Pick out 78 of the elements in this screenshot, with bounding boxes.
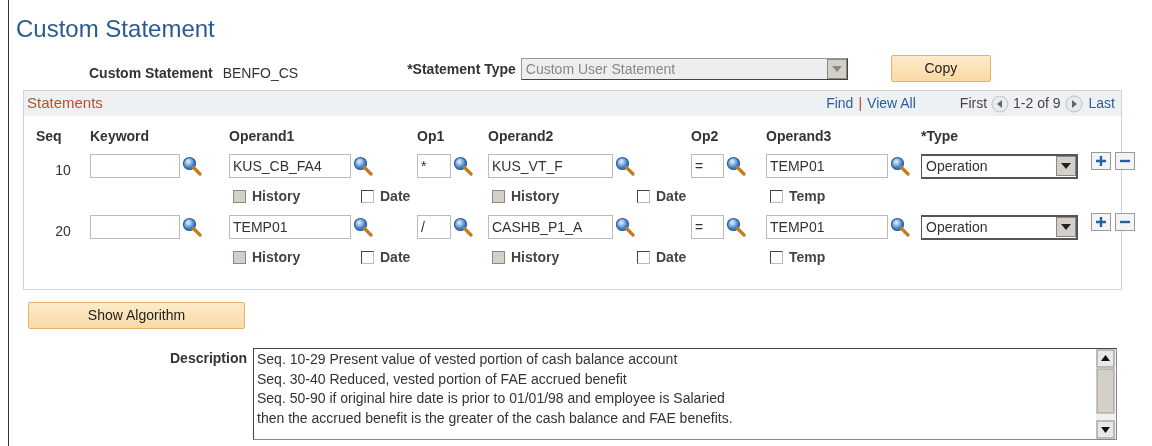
page-title: Custom Statement [16, 14, 216, 44]
search-icon[interactable] [353, 156, 373, 176]
scrollbar[interactable] [1096, 349, 1116, 439]
text-field[interactable]: TEMP01 [229, 215, 351, 239]
operator-field[interactable]: / [417, 215, 451, 239]
operator-field[interactable]: = [691, 154, 724, 178]
seq-number: 10 [55, 160, 71, 180]
checkbox-label: History [511, 248, 560, 267]
column-header: Op1 [417, 127, 446, 146]
link-separator: | [858, 94, 863, 113]
description-field[interactable]: Seq. 10-29 Present value of vested portion of cash balance account Seq. 30-40 Reduced, vested portion of FAE accrued benefit Seq. 50-90 if original hire date is prior to 01/01/98 and employee is Salaried then the accrued benefit is the greater of the cash balance and FAE benefits. [253, 348, 1117, 440]
text-field[interactable]: TEMP01 [766, 215, 888, 239]
first-label: First [959, 94, 988, 113]
checkbox-label: Temp [789, 187, 826, 206]
operator-field[interactable]: * [417, 154, 451, 178]
search-icon[interactable] [726, 217, 746, 237]
column-header: Seq [36, 127, 63, 146]
checkbox-label: History [252, 187, 301, 206]
column-header: Operand2 [488, 127, 555, 146]
text-field[interactable]: KUS_VT_F [488, 154, 613, 178]
checkbox[interactable] [361, 251, 374, 264]
seq-number: 20 [55, 221, 71, 241]
search-icon[interactable] [453, 156, 473, 176]
field-label: Description [169, 349, 247, 368]
checkbox-label: Date [380, 187, 411, 206]
previous-icon[interactable] [991, 94, 1010, 113]
text-field[interactable]: KUS_CB_FA4 [229, 154, 351, 178]
delete-row-button[interactable] [1115, 152, 1135, 170]
show-algorithm-button[interactable]: Show Algorithm [28, 302, 245, 329]
field-label: Custom Statement [89, 63, 213, 83]
column-header: Op2 [691, 127, 720, 146]
column-header: *Type [921, 127, 960, 146]
checkbox[interactable] [361, 190, 374, 203]
add-row-button[interactable] [1091, 213, 1111, 231]
section-title: Statements [27, 93, 103, 114]
column-header: Keyword [90, 127, 151, 146]
field-value: BENFO_CS [222, 63, 299, 83]
search-icon[interactable] [353, 217, 373, 237]
search-icon[interactable] [453, 217, 473, 237]
checkbox-label: Date [656, 248, 687, 267]
delete-row-button[interactable] [1115, 213, 1135, 231]
checkbox[interactable] [770, 251, 783, 264]
plus-icon[interactable] [1095, 216, 1107, 228]
plus-icon[interactable] [1095, 155, 1107, 167]
checkbox-label: Temp [789, 248, 826, 267]
add-row-button[interactable] [1091, 152, 1111, 170]
caret-icon[interactable] [1056, 156, 1076, 176]
checkbox-label: History [252, 248, 301, 267]
page-range: 1-2 of 9 [1013, 94, 1061, 113]
text-field[interactable] [90, 154, 180, 178]
column-header: Operand1 [229, 127, 296, 146]
caret-icon[interactable] [1056, 217, 1076, 237]
text-field[interactable]: CASHB_P1_A [488, 215, 613, 239]
search-icon[interactable] [615, 217, 635, 237]
checkbox[interactable] [637, 190, 650, 203]
search-icon[interactable] [615, 156, 635, 176]
type-dropdown[interactable]: Operation [921, 153, 1078, 179]
type-dropdown[interactable]: Operation [921, 214, 1078, 240]
field-label: *Statement Type [407, 59, 516, 79]
checkbox[interactable] [770, 190, 783, 203]
checkbox-label: Date [380, 248, 411, 267]
checkbox-label: History [511, 187, 560, 206]
last-link[interactable]: Last [1088, 93, 1115, 114]
text-field[interactable] [90, 215, 180, 239]
search-icon[interactable] [890, 156, 910, 176]
copy-button[interactable]: Copy [890, 54, 991, 82]
checkbox-label: Date [656, 187, 687, 206]
search-icon[interactable] [726, 156, 746, 176]
next-icon[interactable] [1064, 94, 1083, 113]
operator-field[interactable]: = [691, 215, 724, 239]
search-icon[interactable] [890, 217, 910, 237]
column-header: Operand3 [766, 127, 833, 146]
link[interactable]: View All [867, 93, 916, 114]
checkbox[interactable] [637, 251, 650, 264]
search-icon[interactable] [182, 156, 202, 176]
search-icon[interactable] [182, 217, 202, 237]
text-field[interactable]: TEMP01 [766, 154, 888, 178]
link[interactable]: Find [826, 93, 854, 114]
